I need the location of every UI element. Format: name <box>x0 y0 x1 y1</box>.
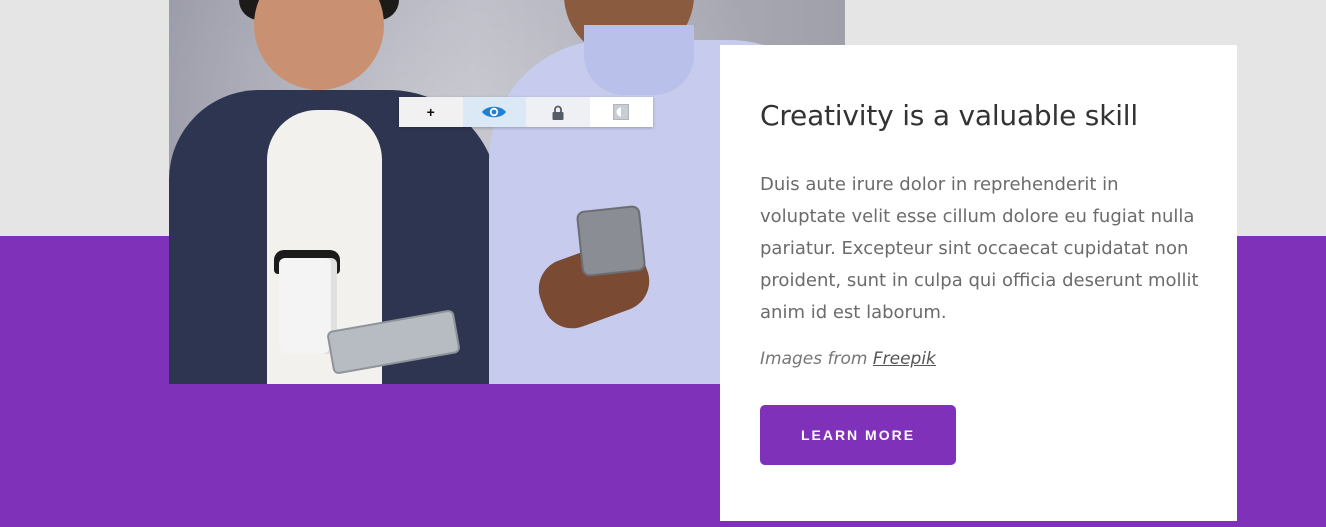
card-title: Creativity is a valuable skill <box>760 99 1138 132</box>
contrast-icon <box>613 104 630 120</box>
image-credit: Images from Freepik <box>760 349 936 369</box>
content-card: Creativity is a valuable skill Duis aute… <box>720 45 1237 521</box>
image-toolbar: + <box>399 97 653 127</box>
eye-icon <box>482 106 507 118</box>
add-button[interactable]: + <box>399 97 463 127</box>
contrast-button[interactable] <box>589 97 653 127</box>
lock-button[interactable] <box>526 97 590 127</box>
lock-icon <box>552 105 564 120</box>
smartphone <box>575 204 647 278</box>
visibility-button[interactable] <box>462 97 526 127</box>
credit-prefix: Images from <box>760 349 873 369</box>
person-right-collar <box>584 25 694 95</box>
learn-more-button[interactable]: LEARN MORE <box>760 405 956 465</box>
card-body: Duis aute irure dolor in reprehenderit i… <box>760 174 1199 323</box>
freepik-link[interactable]: Freepik <box>873 349 936 369</box>
add-icon: + <box>426 104 435 120</box>
